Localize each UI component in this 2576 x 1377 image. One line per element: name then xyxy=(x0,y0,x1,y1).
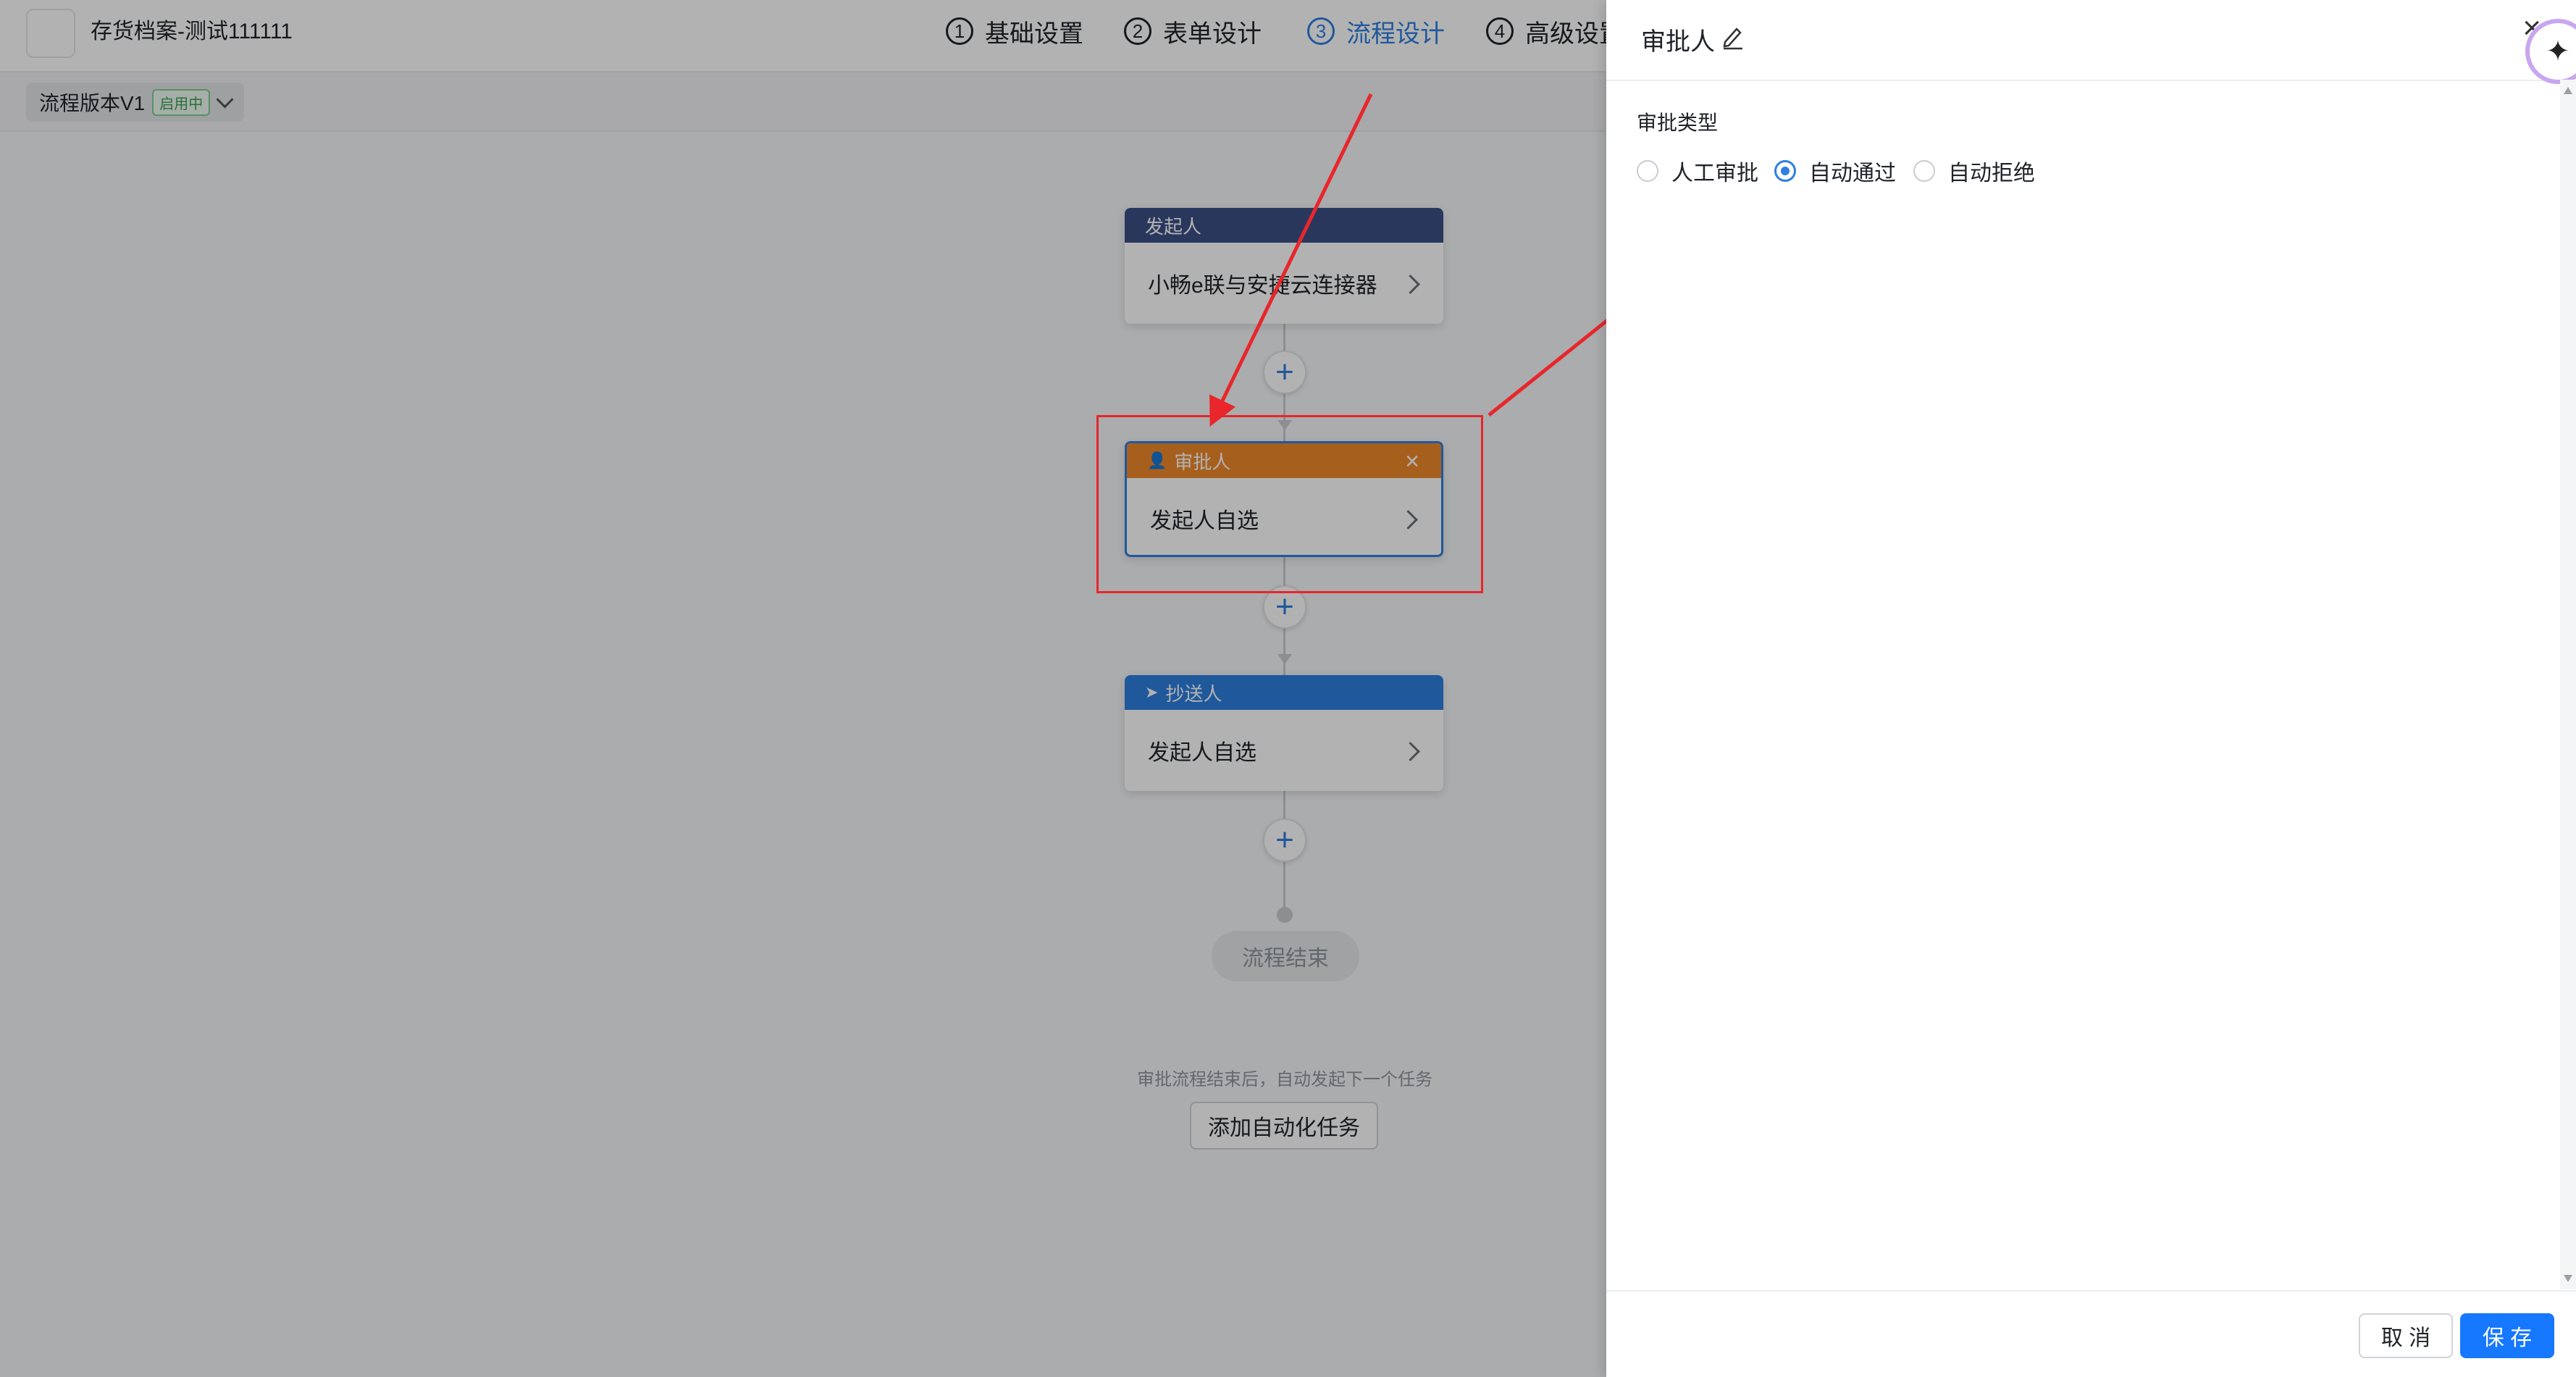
annotation-arrow xyxy=(1209,93,1373,427)
drawer-title: 审批人 xyxy=(1641,28,1715,56)
radio-circle[interactable] xyxy=(1913,160,1935,182)
approval-type-label: 审批类型 xyxy=(1637,112,1719,134)
radio-label: 自动拒绝 xyxy=(1948,162,2035,185)
save-button[interactable]: 保 存 xyxy=(2460,1313,2554,1358)
cancel-button[interactable]: 取 消 xyxy=(2359,1313,2453,1358)
radio-label: 自动通过 xyxy=(1809,162,1896,185)
radio-auto-reject[interactable]: 自动拒绝 xyxy=(1913,155,2035,187)
scrollbar[interactable] xyxy=(2560,80,2576,1289)
drawer-footer: 取 消 保 存 xyxy=(1606,1290,2576,1377)
drawer-header: 审批人 × ✦ xyxy=(1606,0,2576,84)
radio-circle[interactable] xyxy=(1637,160,1658,182)
approver-settings-drawer: 审批人 × ✦ 审批类型 人工审批 自动通过 自动拒绝 取 消 保 存 xyxy=(1606,0,2576,1377)
scroll-up-icon[interactable] xyxy=(2564,87,2572,94)
scroll-down-icon[interactable] xyxy=(2564,1275,2572,1282)
radio-circle[interactable] xyxy=(1774,160,1796,182)
radio-manual-approval[interactable]: 人工审批 xyxy=(1637,155,1758,187)
radio-auto-approve[interactable]: 自动通过 xyxy=(1774,155,1896,187)
radio-label: 人工审批 xyxy=(1671,162,1758,185)
pencil-icon[interactable] xyxy=(1721,22,1745,51)
